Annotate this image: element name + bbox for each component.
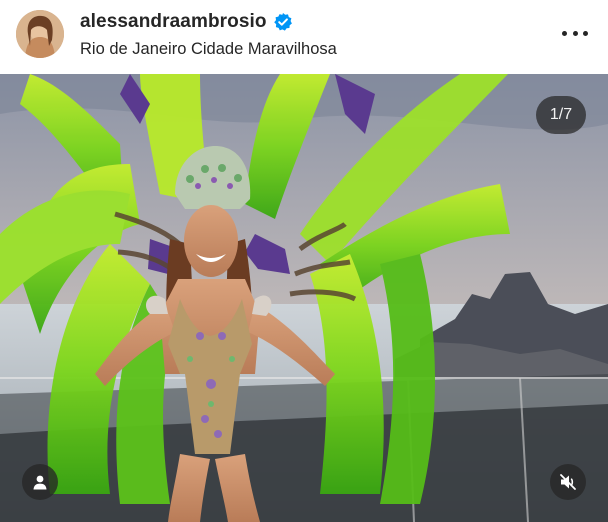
person-icon	[33, 475, 47, 490]
more-dot	[562, 30, 567, 36]
post-header: alessandraambrosio Rio de Janeiro Cidade…	[0, 0, 608, 74]
user-info: alessandraambrosio Rio de Janeiro Cidade…	[80, 10, 337, 59]
avatar[interactable]	[16, 10, 64, 58]
username-link[interactable]: alessandraambrosio	[80, 11, 267, 33]
more-dot	[583, 30, 588, 36]
speaker-off-icon	[560, 474, 576, 490]
more-options-icon[interactable]	[562, 22, 588, 44]
verified-badge-icon	[273, 12, 293, 32]
location-link[interactable]: Rio de Janeiro Cidade Maravilhosa	[80, 40, 337, 59]
muted-speaker-icon[interactable]	[550, 464, 586, 500]
user-tag-icon[interactable]	[22, 464, 58, 500]
post-photo	[0, 74, 608, 522]
post-media-carousel[interactable]: 1/7	[0, 74, 608, 522]
carousel-counter: 1/7	[536, 96, 586, 134]
more-dot	[572, 30, 578, 36]
